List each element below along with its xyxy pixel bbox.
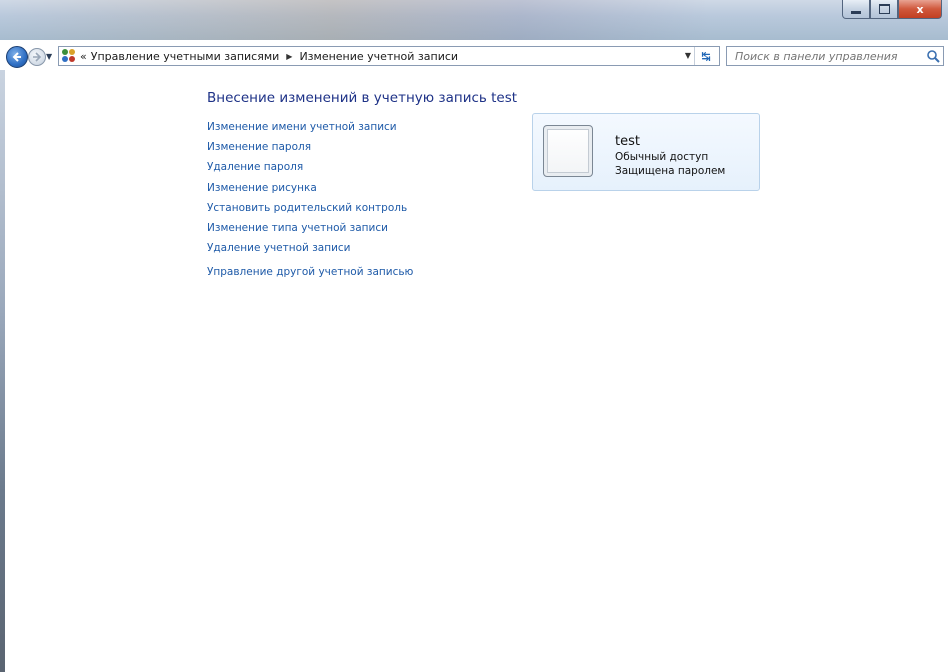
breadcrumb-change-account[interactable]: Изменение учетной записи	[299, 50, 458, 63]
refresh-button[interactable]: ↹	[694, 47, 717, 65]
manage-another-account-link[interactable]: Управление другой учетной записью	[207, 265, 413, 285]
page-title: Внесение изменений в учетную запись test	[207, 90, 518, 106]
breadcrumb-separator-icon[interactable]: ▶	[286, 52, 292, 61]
content-area	[0, 70, 948, 672]
change-picture-link[interactable]: Изменение рисунка	[207, 181, 413, 201]
close-icon: x	[916, 2, 924, 16]
window-left-edge	[0, 70, 5, 672]
search-input[interactable]	[733, 48, 927, 64]
back-arrow-icon	[12, 52, 21, 62]
breadcrumb-overflow[interactable]: «	[80, 50, 87, 63]
user-password-status: Защищена паролем	[615, 165, 726, 177]
maximize-icon	[878, 4, 890, 14]
address-bar[interactable]: « Управление учетными записями ▶ Изменен…	[58, 46, 720, 66]
breadcrumb-user-accounts[interactable]: Управление учетными записями	[91, 50, 280, 63]
window-titlebar: x	[0, 0, 948, 40]
forward-arrow-icon	[33, 52, 42, 62]
change-account-name-link[interactable]: Изменение имени учетной записи	[207, 120, 413, 140]
recent-pages-dropdown-icon[interactable]: ▼	[46, 52, 52, 61]
maximize-button[interactable]	[870, 0, 898, 19]
user-avatar	[543, 125, 593, 177]
change-account-type-link[interactable]: Изменение типа учетной записи	[207, 221, 413, 241]
search-icon[interactable]	[926, 49, 940, 63]
user-account-type: Обычный доступ	[615, 151, 709, 163]
user-name: test	[615, 134, 640, 149]
minimize-icon	[851, 10, 861, 14]
task-links: Изменение имени учетной записи Изменение…	[207, 120, 413, 286]
refresh-icon: ↹	[701, 49, 711, 63]
remove-password-link[interactable]: Удаление пароля	[207, 160, 413, 180]
close-button[interactable]: x	[898, 0, 942, 19]
forward-button[interactable]	[28, 48, 46, 66]
user-account-card: test Обычный доступ Защищена паролем	[532, 113, 760, 191]
navigation-bar: ▼ « Управление учетными записями ▶ Измен…	[0, 40, 948, 70]
search-box[interactable]	[726, 46, 944, 66]
back-button[interactable]	[6, 46, 28, 68]
control-panel-icon	[62, 49, 76, 63]
delete-account-link[interactable]: Удаление учетной записи	[207, 241, 413, 261]
window-controls: x	[842, 0, 942, 20]
address-dropdown-icon[interactable]: ▼	[685, 51, 691, 60]
change-password-link[interactable]: Изменение пароля	[207, 140, 413, 160]
parental-control-link[interactable]: Установить родительский контроль	[207, 201, 413, 221]
minimize-button[interactable]	[842, 0, 870, 19]
